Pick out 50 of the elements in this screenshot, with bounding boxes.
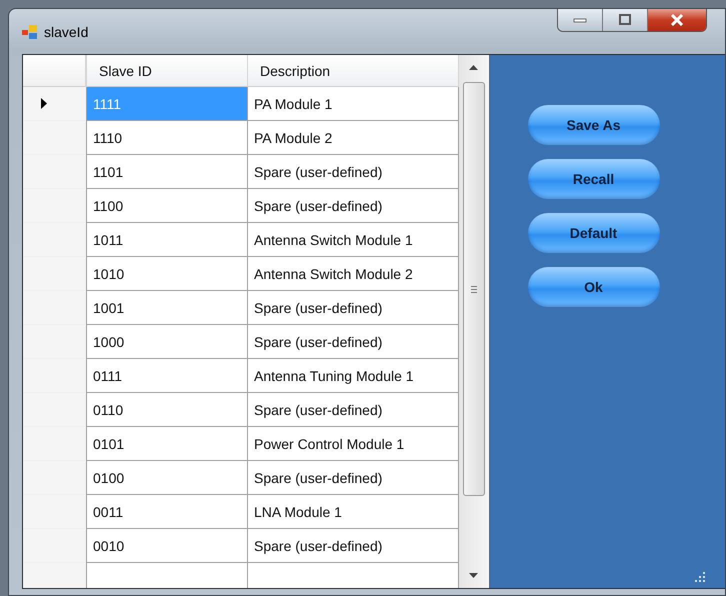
row-header[interactable]	[23, 563, 86, 588]
table-cell[interactable]: 1101	[86, 155, 248, 189]
table-cell[interactable]: 1011	[86, 223, 248, 257]
maximize-button[interactable]	[603, 9, 648, 31]
row-header[interactable]	[23, 155, 86, 189]
grip-icon	[470, 286, 476, 292]
row-header[interactable]	[23, 461, 86, 495]
row-header[interactable]	[23, 359, 86, 393]
table-cell[interactable]: 0101	[86, 427, 248, 461]
minimize-icon	[573, 17, 587, 23]
scrollbar-thumb[interactable]	[462, 82, 484, 496]
app-icon	[22, 24, 38, 38]
row-header[interactable]	[23, 325, 86, 359]
table-cell[interactable]: 1010	[86, 257, 248, 291]
row-header[interactable]	[23, 529, 86, 563]
row-header[interactable]	[23, 257, 86, 291]
table-cell[interactable]	[86, 563, 248, 588]
table-cell[interactable]: 0110	[86, 393, 248, 427]
row-header[interactable]	[23, 427, 86, 461]
row-header[interactable]	[23, 87, 86, 121]
action-button[interactable]: Save As	[528, 105, 660, 145]
minimize-button[interactable]	[558, 9, 603, 31]
table-cell[interactable]: 0111	[86, 359, 248, 393]
table-cell[interactable]: 1110	[86, 121, 248, 155]
row-header[interactable]	[23, 121, 86, 155]
row-header[interactable]	[23, 189, 86, 223]
row-header[interactable]	[23, 291, 86, 325]
row-header[interactable]	[23, 223, 86, 257]
action-button[interactable]: Ok	[528, 267, 660, 307]
row-header	[23, 55, 86, 87]
action-button[interactable]: Recall	[528, 159, 660, 199]
scroll-down-icon[interactable]	[469, 573, 478, 578]
column-header[interactable]: Slave ID	[86, 55, 248, 87]
table-cell[interactable]: 1001	[86, 291, 248, 325]
window-title: slaveId	[44, 24, 88, 40]
scrollbar[interactable]	[459, 55, 488, 588]
scroll-up-icon[interactable]	[469, 65, 478, 70]
close-icon	[669, 14, 685, 26]
row-header[interactable]	[23, 393, 86, 427]
table-cell[interactable]: 1100	[86, 189, 248, 223]
column-header[interactable]: Description	[248, 55, 459, 87]
resize-grip-icon[interactable]	[695, 572, 705, 582]
action-button[interactable]: Default	[528, 213, 660, 253]
maximize-icon	[618, 14, 632, 26]
table-cell[interactable]: 1000	[86, 325, 248, 359]
table-cell[interactable]: 0011	[86, 495, 248, 529]
row-header[interactable]	[23, 495, 86, 529]
close-button[interactable]	[648, 9, 706, 31]
table-cell[interactable]: 0100	[86, 461, 248, 495]
table-cell[interactable]: 0010	[86, 529, 248, 563]
